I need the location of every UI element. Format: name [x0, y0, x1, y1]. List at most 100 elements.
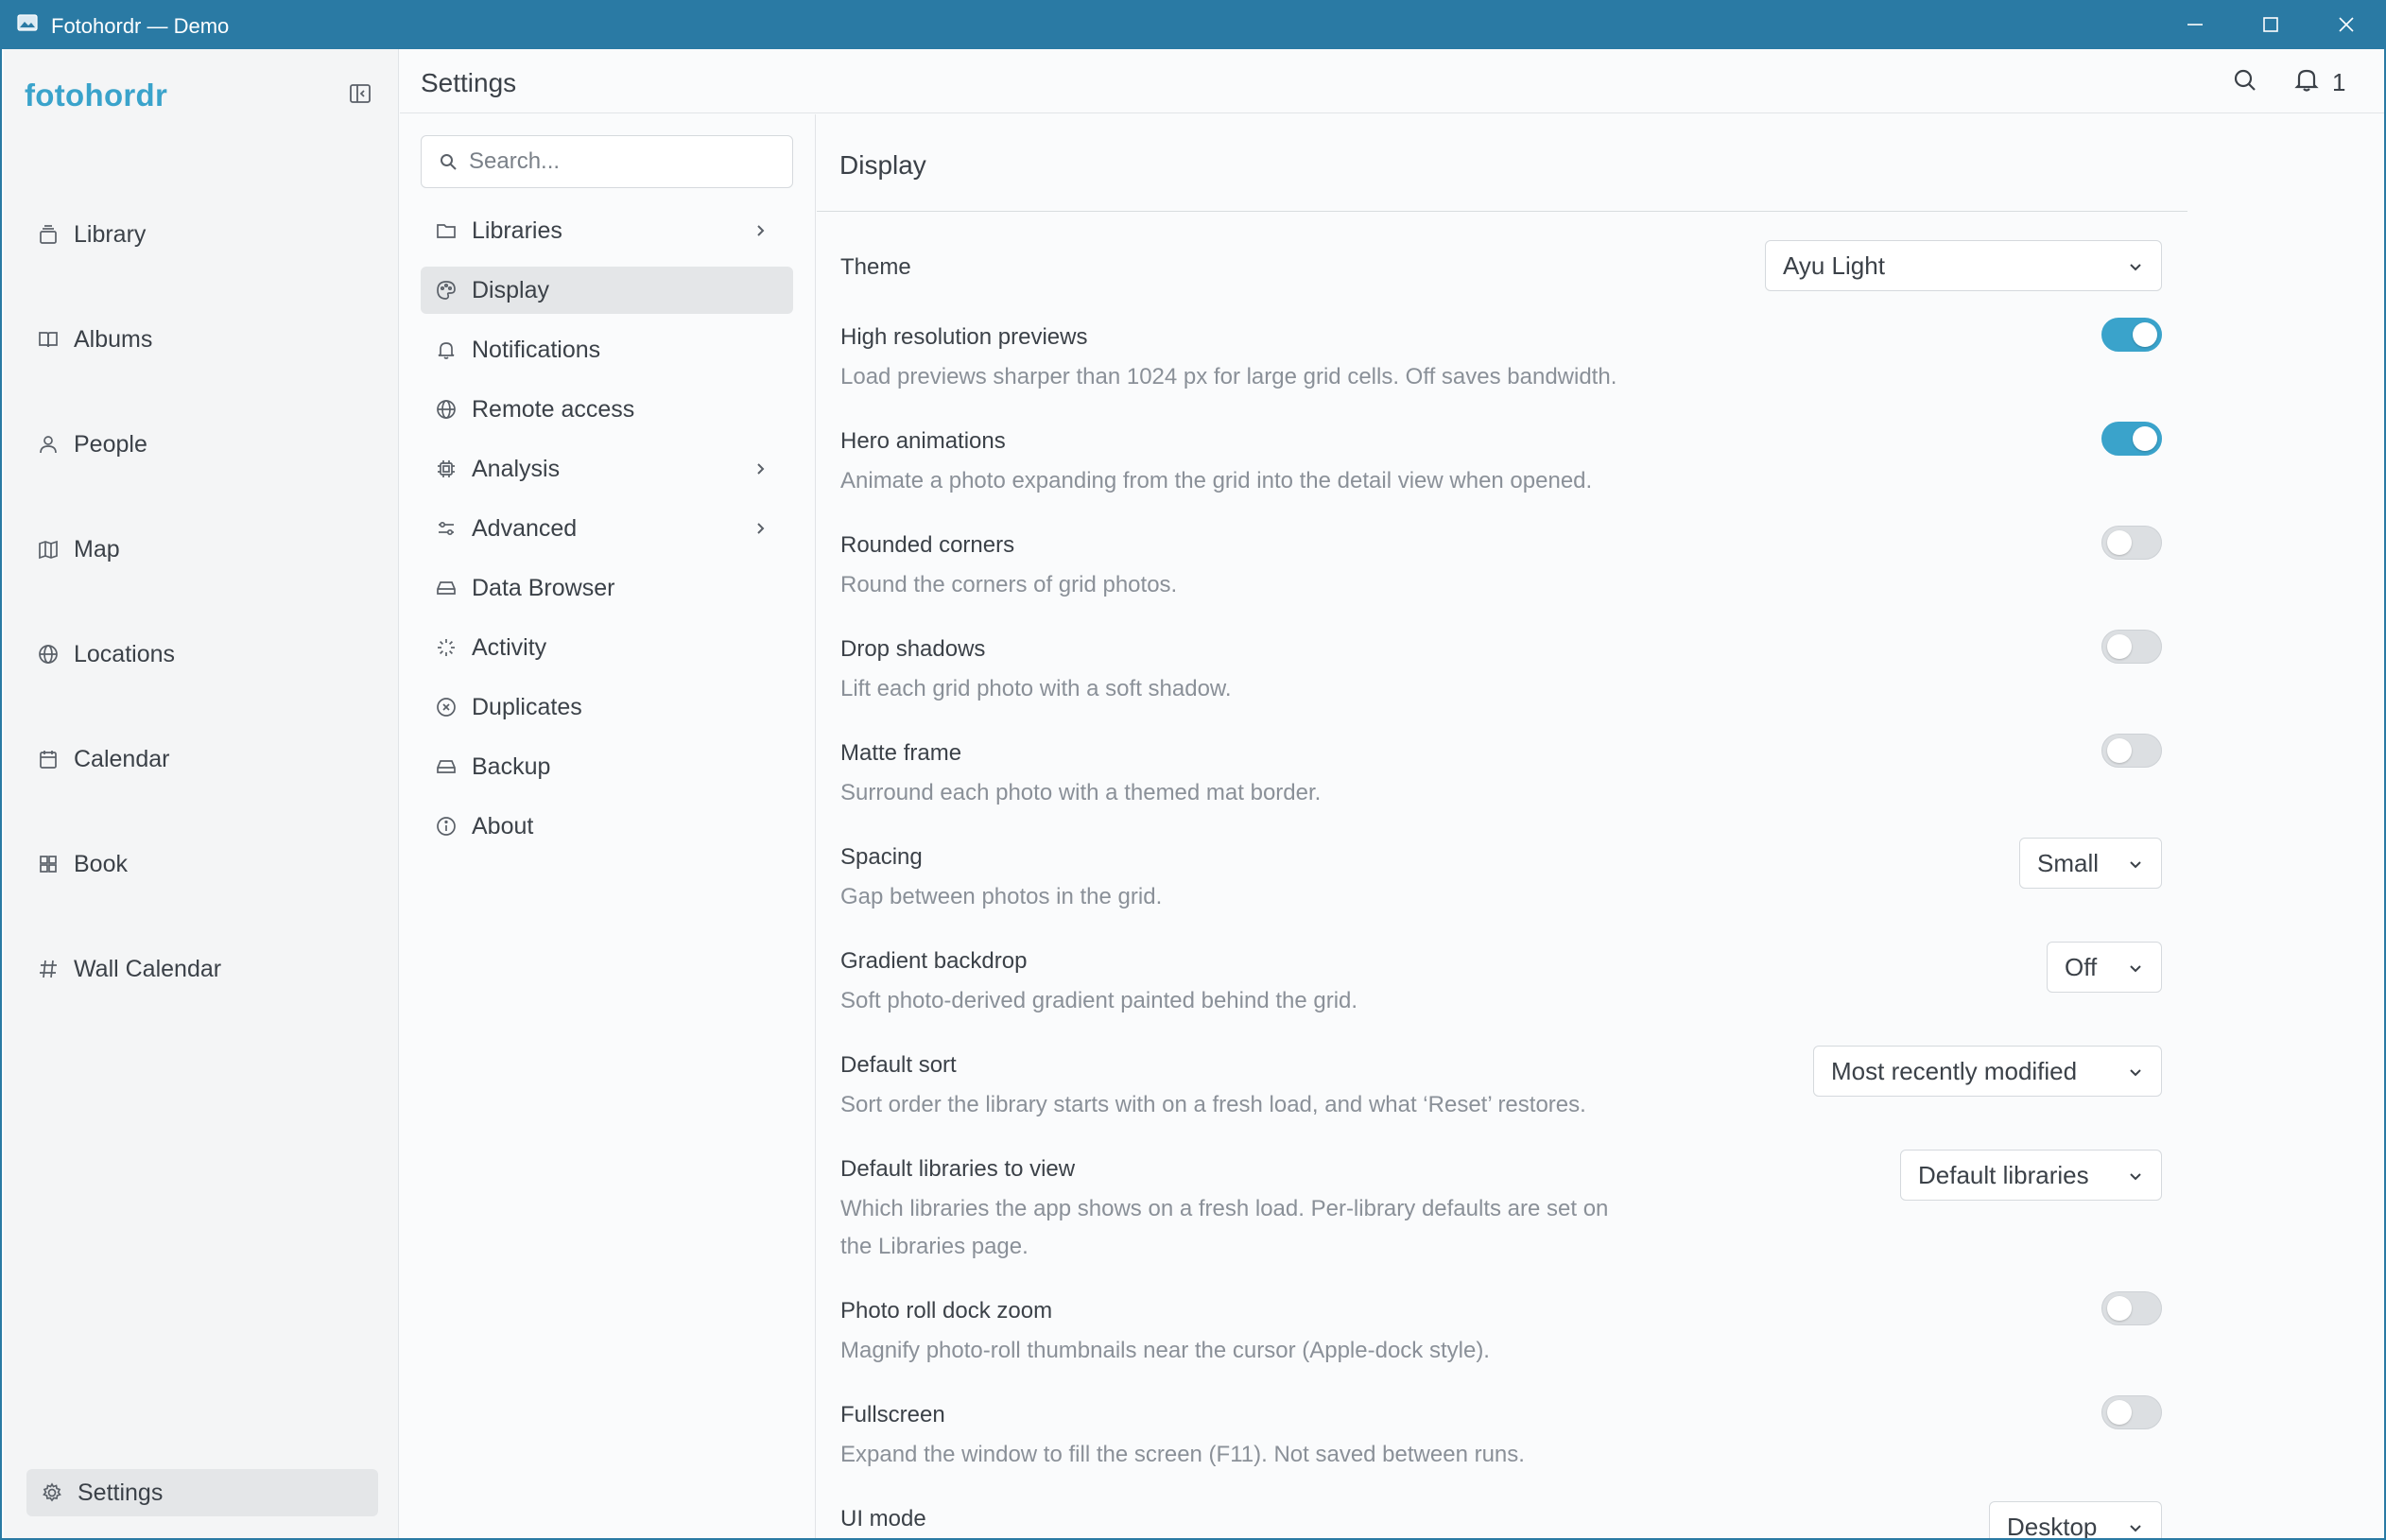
high-res-toggle[interactable] [2101, 318, 2162, 352]
ui-mode-label: UI mode [840, 1506, 926, 1531]
calendar-icon [40, 751, 57, 769]
divider [817, 211, 2187, 212]
page-header: Settings 1 [400, 49, 2384, 113]
section-title: Display [839, 150, 926, 180]
menu-item-duplicates[interactable]: Duplicates [421, 683, 793, 731]
close-icon [2339, 17, 2354, 32]
maximize-icon [2263, 17, 2278, 32]
spacing-select[interactable]: Small [2019, 838, 2162, 889]
search-icon[interactable] [2231, 66, 2259, 95]
menu-item-label: Display [472, 276, 549, 303]
toggle-knob [2107, 738, 2132, 763]
notification-count[interactable]: 1 [2332, 68, 2345, 97]
chevron-down-icon [2130, 264, 2141, 271]
theme-select[interactable]: Ayu Light [1765, 240, 2162, 291]
loader-icon [438, 639, 455, 656]
matte-frame-toggle[interactable] [2101, 734, 2162, 768]
spacing-label: Spacing [840, 844, 923, 870]
hero-animations-toggle[interactable] [2101, 422, 2162, 456]
sidebar-item-map[interactable]: Map [38, 530, 120, 568]
menu-item-label: Notifications [472, 336, 601, 363]
sidebar-item-settings[interactable]: Settings [26, 1469, 378, 1516]
chevron-down-icon [2130, 1173, 2141, 1181]
map-icon [39, 540, 58, 560]
matte-frame-label: Matte frame [840, 740, 962, 766]
minimize-icon [2187, 24, 2203, 26]
drop-shadows-toggle[interactable] [2101, 630, 2162, 664]
grid-icon [40, 856, 57, 873]
rounded-corners-toggle[interactable] [2101, 526, 2162, 560]
toggle-knob [2133, 426, 2157, 451]
gradient-backdrop-description: Soft photo-derived gradient painted behi… [840, 988, 1358, 1013]
gradient-backdrop-select[interactable]: Off [2047, 942, 2162, 993]
rounded-corners-label: Rounded corners [840, 532, 1015, 558]
chevron-right-icon [757, 463, 765, 475]
ui-mode-select[interactable]: Desktop [1989, 1501, 2162, 1538]
app-window: Fotohordr — Demo fotohordr Library Album… [0, 0, 2386, 1540]
gradient-backdrop-select-value: Off [2065, 952, 2098, 981]
menu-item-libraries[interactable]: Libraries [421, 207, 793, 254]
sidebar-collapse-icon[interactable] [348, 81, 372, 106]
drive-icon [437, 581, 456, 595]
globe-icon [437, 400, 456, 419]
default-sort-select[interactable]: Most recently modified [1813, 1046, 2162, 1097]
folder-icon [437, 224, 456, 238]
sidebar-item-library[interactable]: Library [38, 216, 146, 253]
dock-zoom-label: Photo roll dock zoom [840, 1298, 1053, 1324]
sidebar: fotohordr Library Albums People Map Loca… [4, 49, 399, 1538]
menu-item-about[interactable]: About [421, 803, 793, 850]
menu-item-analysis[interactable]: Analysis [421, 445, 793, 493]
menu-item-display[interactable]: Display [421, 267, 793, 314]
hero-animations-label: Hero animations [840, 428, 1006, 454]
brand-logo[interactable]: fotohordr [25, 78, 167, 113]
maximize-button[interactable] [2233, 0, 2308, 49]
chip-icon [438, 460, 455, 477]
default-libraries-select-value: Default libraries [1918, 1160, 2089, 1189]
settings-search-input[interactable] [469, 148, 771, 175]
menu-item-data-browser[interactable]: Data Browser [421, 564, 793, 612]
chevron-down-icon [2130, 1069, 2141, 1077]
minimize-button[interactable] [2157, 0, 2233, 49]
fullscreen-label: Fullscreen [840, 1402, 945, 1428]
x-circle-icon [437, 698, 456, 717]
menu-item-label: Remote access [472, 395, 635, 423]
sidebar-item-locations[interactable]: Locations [38, 635, 175, 673]
default-libraries-select[interactable]: Default libraries [1900, 1150, 2162, 1201]
bell-icon[interactable] [2292, 65, 2321, 94]
menu-item-activity[interactable]: Activity [421, 624, 793, 671]
fullscreen-toggle[interactable] [2101, 1395, 2162, 1429]
settings-search[interactable] [421, 135, 793, 188]
sidebar-item-people[interactable]: People [38, 425, 147, 463]
sidebar-item-book[interactable]: Book [38, 845, 128, 883]
spacing-description: Gap between photos in the grid. [840, 884, 1163, 909]
toggle-knob [2133, 322, 2157, 347]
sidebar-item-calendar[interactable]: Calendar [38, 740, 169, 778]
spacing-select-value: Small [2037, 848, 2100, 877]
toggle-knob [2107, 530, 2132, 555]
high-res-label: High resolution previews [840, 324, 1088, 350]
menu-item-backup[interactable]: Backup [421, 743, 793, 790]
gear-icon [43, 1482, 61, 1502]
dock-zoom-toggle[interactable] [2101, 1291, 2162, 1325]
menu-item-label: Advanced [472, 514, 578, 542]
app-icon [17, 14, 38, 31]
menu-item-label: Analysis [472, 455, 561, 482]
sidebar-item-label: Library [74, 220, 147, 248]
sidebar-item-albums[interactable]: Albums [38, 320, 152, 358]
default-libraries-description: Which libraries the app shows on a fresh… [840, 1196, 1609, 1259]
menu-item-label: Activity [472, 633, 547, 661]
fullscreen-description: Expand the window to fill the screen (F1… [840, 1442, 1525, 1467]
close-button[interactable] [2308, 0, 2384, 49]
menu-item-notifications[interactable]: Notifications [421, 326, 793, 373]
high-res-description: Load previews sharper than 1024 px for l… [840, 364, 1617, 389]
globe-icon [39, 645, 58, 664]
menu-item-advanced[interactable]: Advanced [421, 505, 793, 552]
matte-frame-description: Surround each photo with a themed mat bo… [840, 780, 1322, 805]
menu-item-label: Backup [472, 753, 551, 780]
sidebar-item-wall-calendar[interactable]: Wall Calendar [38, 950, 221, 988]
library-icon [40, 225, 57, 244]
menu-item-label: Libraries [472, 216, 562, 244]
theme-select-value: Ayu Light [1783, 251, 1885, 280]
menu-item-remote-access[interactable]: Remote access [421, 386, 793, 433]
info-icon [437, 817, 456, 836]
